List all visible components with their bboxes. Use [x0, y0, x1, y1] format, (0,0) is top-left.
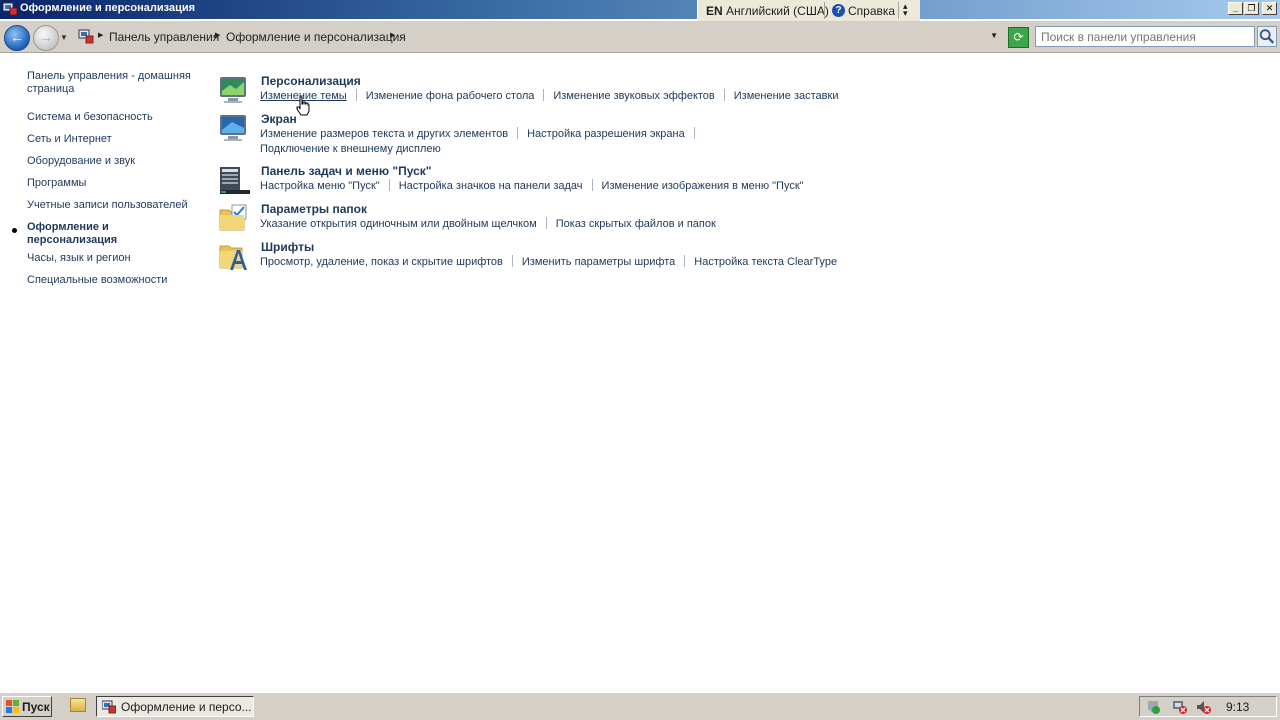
link-font-settings[interactable]: Изменить параметры шрифта — [522, 256, 675, 268]
sidebar-item-user-accounts[interactable]: Учетные записи пользователей — [27, 199, 197, 212]
maximize-button[interactable]: ❐ — [1244, 2, 1259, 15]
link-cleartype[interactable]: Настройка текста ClearType — [694, 256, 837, 268]
system-tray: 9:13 — [1139, 696, 1277, 717]
search-icon — [1259, 29, 1275, 44]
link-divider — [511, 255, 513, 267]
breadcrumb-control-panel[interactable]: Панель управления — [109, 30, 219, 44]
taskbar-window-button[interactable]: Оформление и персо... — [96, 696, 254, 717]
link-row: Изменение размеров текста и других элеме… — [260, 127, 704, 140]
control-panel-icon — [102, 700, 116, 714]
explorer-quicklaunch-icon[interactable] — [70, 698, 86, 712]
start-button[interactable]: Пуск — [2, 696, 52, 717]
language-name: Английский (США) — [726, 4, 829, 18]
link-start-picture[interactable]: Изменение изображения в меню "Пуск" — [602, 180, 804, 192]
link-row: Подключение к внешнему дисплею — [260, 143, 441, 155]
language-bar[interactable]: EN Английский (США) ? Справка ▴ ▾ — [697, 0, 920, 22]
link-row: Указание открытия одиночным или двойным … — [260, 217, 716, 230]
hand-cursor-icon — [296, 96, 310, 116]
link-resize-text[interactable]: Изменение размеров текста и других элеме… — [260, 128, 508, 140]
sidebar-item-clock-region[interactable]: Часы, язык и регион — [27, 252, 197, 265]
link-divider — [545, 217, 547, 229]
fonts-icon — [219, 245, 247, 270]
clock[interactable]: 9:13 — [1226, 700, 1249, 714]
sidebar-item-hardware-sound[interactable]: Оборудование и звук — [27, 155, 197, 168]
link-divider — [543, 89, 545, 101]
link-divider — [591, 179, 593, 191]
forward-button[interactable]: → — [33, 25, 59, 51]
link-row: Настройка меню "Пуск" Настройка значков н… — [260, 179, 804, 192]
category-title[interactable]: Параметры папок — [261, 202, 367, 216]
language-indicator[interactable]: EN Английский (США) — [706, 4, 829, 18]
sidebar-item-appearance[interactable]: Оформление и персонализация — [27, 221, 137, 247]
search-input[interactable] — [1041, 28, 1251, 45]
link-taskbar-icons[interactable]: Настройка значков на панели задач — [399, 180, 583, 192]
search-button[interactable] — [1257, 26, 1277, 47]
link-change-screensaver[interactable]: Изменение заставки — [734, 90, 839, 102]
window-title: Оформление и персонализация — [20, 2, 196, 14]
taskbar-icon — [220, 167, 250, 194]
sidebar-item-home[interactable]: Панель управления - домашняя страница — [27, 70, 197, 96]
link-show-hidden-files[interactable]: Показ скрытых файлов и папок — [556, 218, 716, 230]
control-panel-icon — [78, 29, 94, 44]
category-title[interactable]: Персонализация — [261, 74, 361, 88]
action-center-icon[interactable] — [1146, 700, 1161, 714]
address-history-dropdown-icon[interactable]: ▼ — [990, 31, 998, 40]
link-manage-fonts[interactable]: Просмотр, удаление, показ и скрытие шриф… — [260, 256, 503, 268]
search-box[interactable] — [1035, 26, 1255, 47]
breadcrumb-separator-icon[interactable]: ▶ — [215, 31, 220, 39]
sidebar-item-system-security[interactable]: Система и безопасность — [27, 111, 197, 124]
link-customize-start[interactable]: Настройка меню "Пуск" — [260, 180, 380, 192]
windows-logo-icon — [6, 700, 19, 713]
link-row: Просмотр, удаление, показ и скрытие шриф… — [260, 255, 837, 268]
volume-icon[interactable] — [1196, 700, 1211, 714]
category-title[interactable]: Экран — [261, 112, 297, 126]
taskbar: Пуск Оформление и персо... 9:13 — [0, 692, 1280, 720]
address-toolbar: ← → ▼ ▶ Панель управления ▶ Оформление и… — [0, 21, 1280, 53]
link-divider — [388, 179, 390, 191]
sidebar-item-network[interactable]: Сеть и Интернет — [27, 133, 197, 146]
category-title[interactable]: Шрифты — [261, 240, 314, 254]
breadcrumb-appearance[interactable]: Оформление и персонализация — [226, 30, 406, 44]
minimize-button[interactable]: _ — [1228, 2, 1243, 15]
breadcrumb-separator-icon[interactable]: ▶ — [98, 31, 103, 39]
link-single-double-click[interactable]: Указание открытия одиночным или двойным … — [260, 218, 537, 230]
close-button[interactable]: ✕ — [1262, 2, 1277, 15]
control-panel-icon — [3, 2, 17, 16]
language-code: EN — [706, 4, 723, 18]
recent-pages-dropdown-icon[interactable]: ▼ — [60, 33, 68, 42]
category-title[interactable]: Панель задач и меню "Пуск" — [261, 164, 431, 178]
display-icon — [220, 115, 246, 141]
refresh-icon: ⟳ — [1013, 30, 1024, 44]
title-bar[interactable]: Оформление и персонализация — [0, 0, 1280, 19]
start-label: Пуск — [22, 700, 50, 714]
link-divider — [693, 127, 695, 139]
breadcrumb-separator-icon[interactable]: ▶ — [390, 31, 395, 39]
back-button[interactable]: ← — [4, 25, 30, 51]
link-row: Изменение темы Изменение фона рабочего ст… — [260, 89, 838, 102]
help-button[interactable]: Справка — [848, 4, 895, 18]
refresh-button[interactable]: ⟳ — [1008, 27, 1029, 48]
network-icon[interactable] — [1172, 700, 1187, 714]
langbar-divider — [898, 2, 899, 19]
link-external-display[interactable]: Подключение к внешнему дисплею — [260, 143, 441, 155]
link-divider — [723, 89, 725, 101]
link-divider — [355, 89, 357, 101]
langbar-divider — [824, 2, 825, 19]
personalization-icon — [220, 77, 246, 103]
sidebar-item-programs[interactable]: Программы — [27, 177, 197, 190]
link-change-sounds[interactable]: Изменение звуковых эффектов — [553, 90, 714, 102]
address-field[interactable]: ▶ Панель управления ▶ Оформление и персо… — [74, 25, 1002, 47]
link-divider — [684, 255, 686, 267]
langbar-options-icon[interactable]: ▴ ▾ — [903, 2, 908, 18]
taskbar-window-label: Оформление и персо... — [121, 700, 252, 714]
link-screen-resolution[interactable]: Настройка разрешения экрана — [527, 128, 685, 140]
help-icon[interactable]: ? — [832, 4, 845, 17]
folder-options-icon — [219, 204, 247, 231]
link-change-wallpaper[interactable]: Изменение фона рабочего стола — [366, 90, 535, 102]
current-item-bullet — [12, 228, 17, 233]
link-divider — [517, 127, 519, 139]
sidebar-item-accessibility[interactable]: Специальные возможности — [27, 274, 197, 287]
